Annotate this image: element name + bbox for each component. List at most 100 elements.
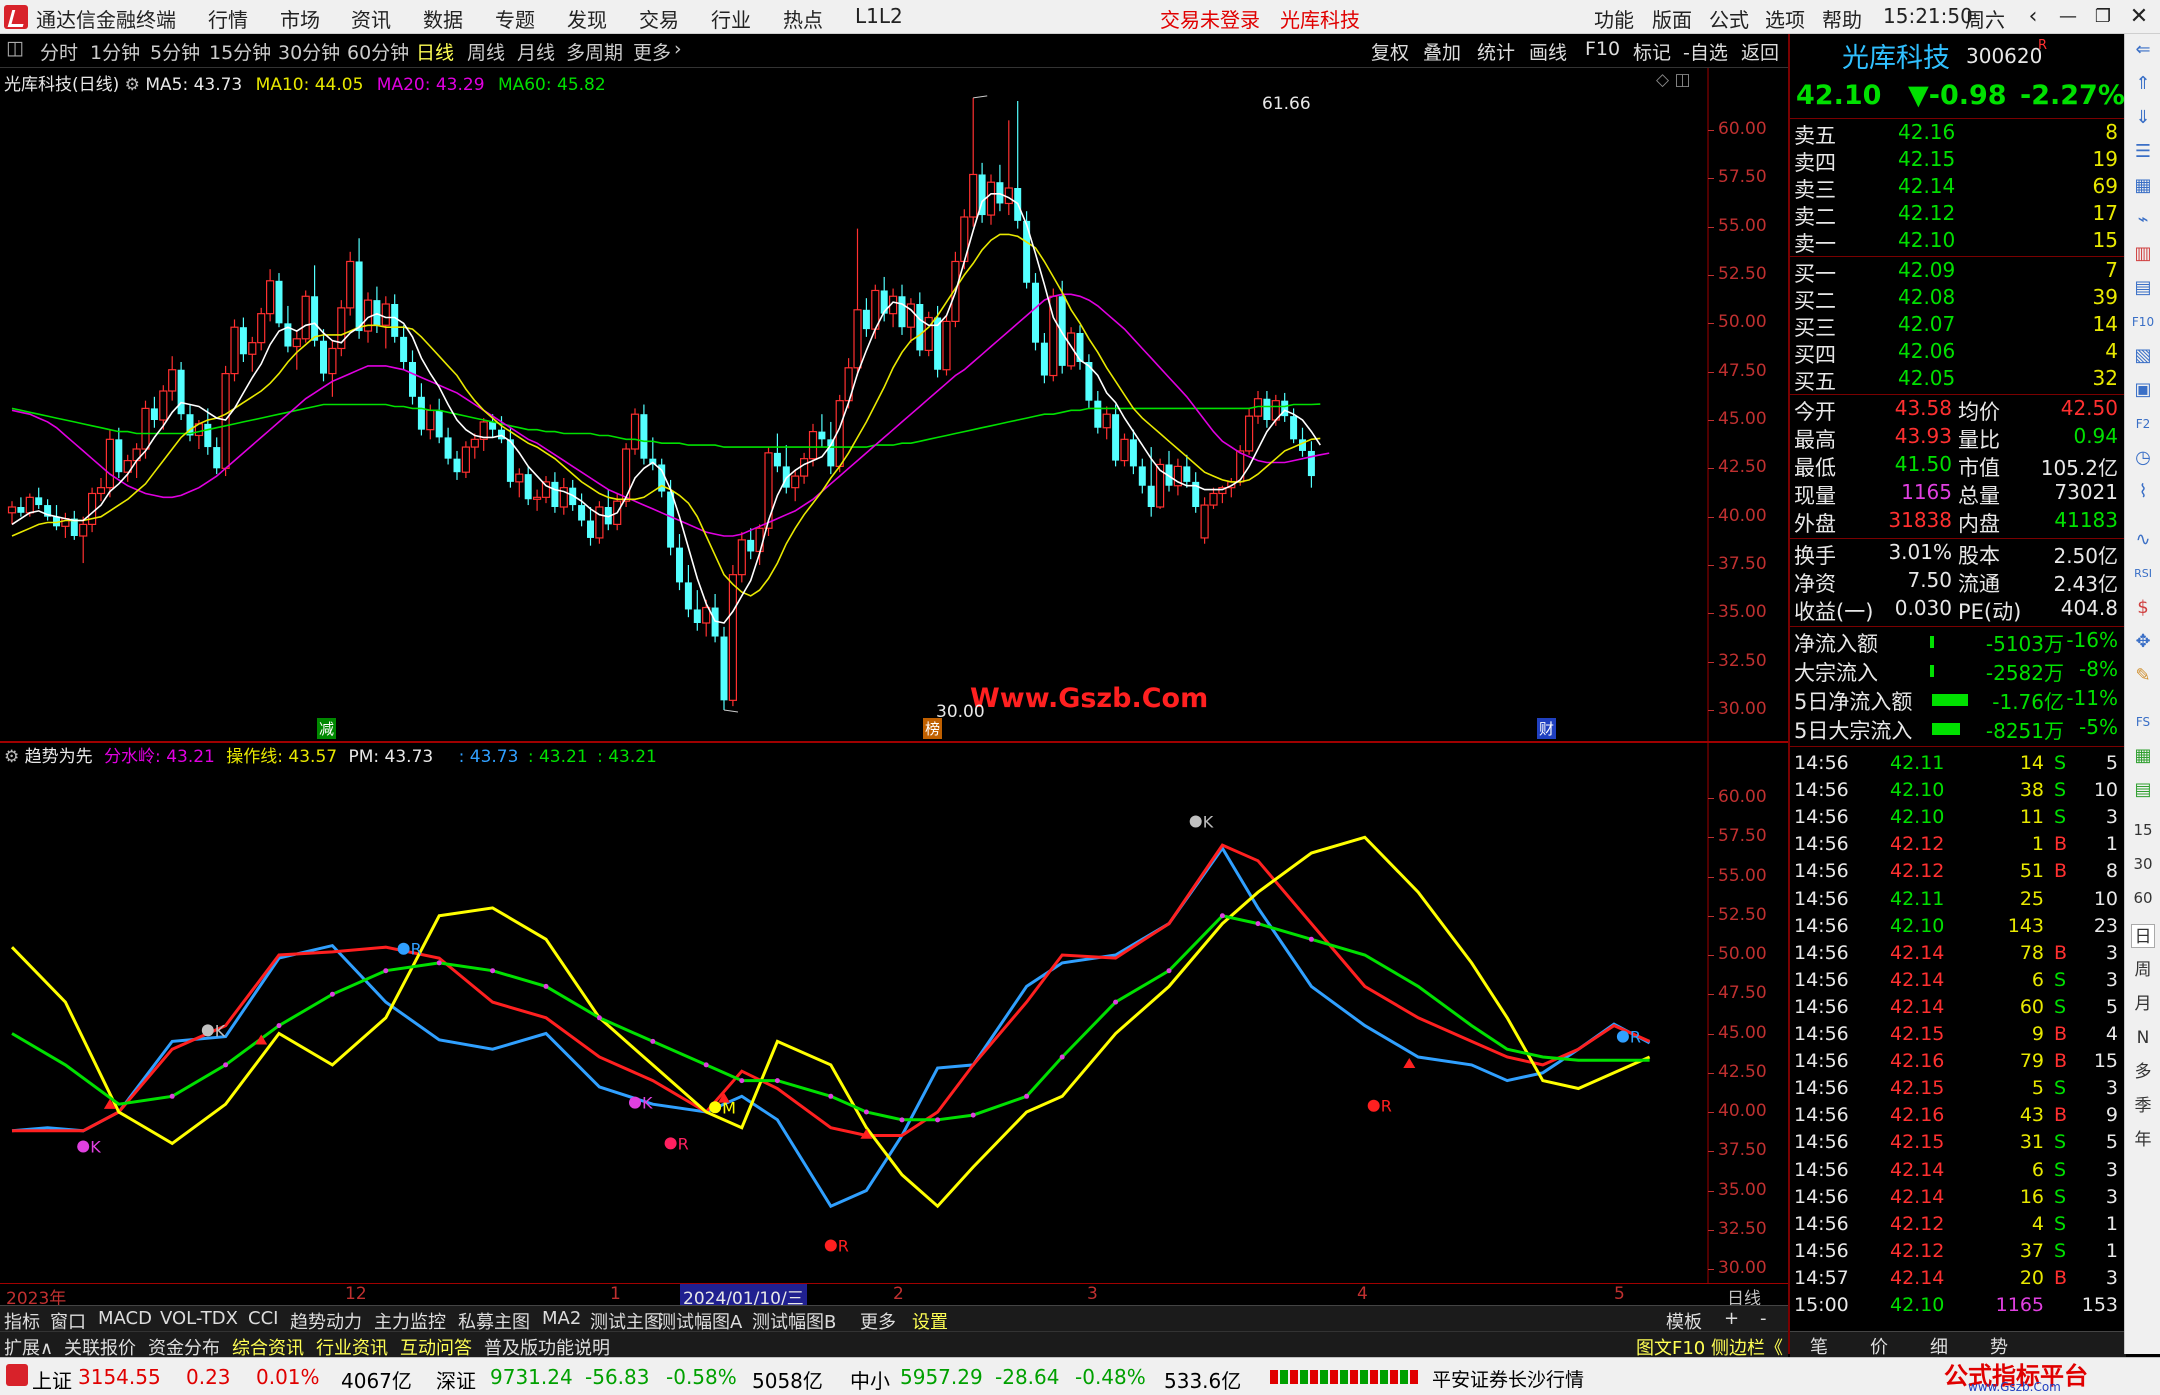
period-tab[interactable]: 1分钟 <box>90 38 140 65</box>
line-chart-icon[interactable]: ⌁ <box>2131 208 2155 232</box>
event-marker-jian[interactable]: 减 <box>317 718 337 739</box>
stock-link[interactable]: 光库科技 <box>1280 4 1360 33</box>
chart-icon[interactable]: ⌇ <box>2131 480 2155 504</box>
menu-item[interactable]: 市场 <box>280 4 320 33</box>
table-icon[interactable]: ▧ <box>2131 344 2155 368</box>
event-marker-bang[interactable]: 榜 <box>923 718 943 739</box>
tool-button[interactable]: 标记 <box>1633 38 1671 65</box>
menu-item[interactable]: 数据 <box>423 4 463 33</box>
clock-icon[interactable]: ◷ <box>2131 446 2155 470</box>
period-60-button[interactable]: 60 <box>2131 886 2155 910</box>
menu-item[interactable]: 发现 <box>567 4 607 33</box>
period-tab[interactable]: 60分钟 <box>347 38 409 65</box>
menu-item[interactable]: 帮助 <box>1822 4 1862 33</box>
asks-row[interactable]: 卖三 42.14 69 <box>1790 174 2124 202</box>
template-button[interactable]: - <box>1760 1308 1767 1329</box>
menu-item[interactable]: 功能 <box>1594 4 1634 33</box>
period-tab[interactable]: 分时 <box>40 38 78 65</box>
minimize-icon[interactable]: — <box>2053 2 2083 32</box>
grid-green-icon-2[interactable]: ▤ <box>2131 778 2155 802</box>
tool-button[interactable]: -自选 <box>1683 38 1728 65</box>
indicator-tab[interactable]: MA2 <box>542 1308 581 1329</box>
arrow-up-icon[interactable]: ⇑ <box>2131 72 2155 96</box>
quote-tab[interactable]: 笔 <box>1810 1333 1828 1359</box>
bids-row[interactable]: 买三 42.07 14 <box>1790 312 2124 340</box>
money-icon[interactable]: $ <box>2131 596 2155 620</box>
wave-icon[interactable]: ∿ <box>2131 528 2155 552</box>
list-icon[interactable]: ☰ <box>2131 140 2155 164</box>
index-label[interactable]: 深证 <box>436 1365 476 1394</box>
menu-item[interactable]: 交易 <box>639 4 679 33</box>
period-day-button[interactable]: 日 <box>2131 924 2155 948</box>
menu-item[interactable]: 行业 <box>711 4 751 33</box>
report-icon[interactable]: ▤ <box>2131 276 2155 300</box>
period-tab[interactable]: 月线 <box>517 38 555 65</box>
menu-item[interactable]: L1L2 <box>855 4 903 28</box>
period-multi-button[interactable]: 多 <box>2131 1060 2155 1084</box>
bids-row[interactable]: 买五 42.05 32 <box>1790 366 2124 394</box>
menu-item[interactable]: 资讯 <box>351 4 391 33</box>
period-year-button[interactable]: 年 <box>2131 1128 2155 1152</box>
indicator-tab[interactable]: CCI <box>248 1308 278 1329</box>
menu-item[interactable]: 热点 <box>783 4 823 33</box>
period-more[interactable]: 更多 <box>633 38 671 65</box>
tool-button[interactable]: 画线 <box>1529 38 1567 65</box>
chart-area[interactable]: KKRKRMRKRR <box>0 68 1788 1318</box>
back-icon[interactable]: ‹ <box>2018 2 2048 32</box>
period-tab-selected[interactable]: 日线 <box>416 38 454 65</box>
menu-item[interactable]: 版面 <box>1652 4 1692 33</box>
tool-button[interactable]: 叠加 <box>1423 38 1461 65</box>
rsi-icon[interactable]: RSI <box>2131 562 2155 586</box>
asks-row[interactable]: 卖四 42.15 19 <box>1790 147 2124 175</box>
grid-green-icon[interactable]: ▦ <box>2131 744 2155 768</box>
close-icon[interactable]: ✕ <box>2124 2 2154 32</box>
tool-button[interactable]: F10 <box>1585 38 1620 60</box>
quote-tab[interactable]: 价 <box>1870 1333 1888 1359</box>
f10-icon[interactable]: F10 <box>2131 310 2155 334</box>
period-tab[interactable]: 30分钟 <box>278 38 340 65</box>
login-status[interactable]: 交易未登录 <box>1160 4 1260 33</box>
f2-icon[interactable]: F2 <box>2131 412 2155 436</box>
menu-item[interactable]: 行情 <box>208 4 248 33</box>
restore-icon[interactable]: ❐ <box>2088 2 2118 32</box>
period-week-button[interactable]: 周 <box>2131 958 2155 982</box>
chevron-right-icon[interactable]: › <box>674 38 682 60</box>
asks-row[interactable]: 卖一 42.10 15 <box>1790 228 2124 256</box>
arrow-down-icon[interactable]: ⇓ <box>2131 106 2155 130</box>
period-tab[interactable]: 周线 <box>467 38 505 65</box>
event-marker-cai[interactable]: 财 <box>1537 718 1557 739</box>
asks-row[interactable]: 卖二 42.12 17 <box>1790 201 2124 229</box>
fs-icon[interactable]: FS <box>2131 710 2155 734</box>
doc-icon[interactable]: ▣ <box>2131 378 2155 402</box>
tool-button[interactable]: 复权 <box>1371 38 1409 65</box>
menu-item[interactable]: 选项 <box>1765 4 1805 33</box>
index-label[interactable]: 上证 <box>32 1365 72 1394</box>
period-30-button[interactable]: 30 <box>2131 852 2155 876</box>
move-icon[interactable]: ✥ <box>2131 630 2155 654</box>
bids-row[interactable]: 买二 42.08 39 <box>1790 285 2124 313</box>
candle-chart-icon[interactable]: ▥ <box>2131 242 2155 266</box>
bids-row[interactable]: 买四 42.06 4 <box>1790 339 2124 367</box>
period-tab[interactable]: 5分钟 <box>150 38 200 65</box>
arrow-left-icon[interactable]: ⇐ <box>2131 38 2155 62</box>
tool-button[interactable]: 统计 <box>1477 38 1515 65</box>
bids-row[interactable]: 买一 42.09 7 <box>1790 258 2124 286</box>
template-button[interactable]: + <box>1724 1308 1739 1329</box>
period-month-button[interactable]: 月 <box>2131 992 2155 1016</box>
menu-item[interactable]: 公式 <box>1709 4 1749 33</box>
period-quarter-button[interactable]: 季 <box>2131 1094 2155 1118</box>
period-n-button[interactable]: N <box>2131 1026 2155 1050</box>
indicator-tab[interactable]: MACD <box>98 1308 152 1329</box>
index-label[interactable]: 中小 <box>850 1365 890 1394</box>
candle <box>506 427 514 488</box>
pencil-icon[interactable]: ✎ <box>2131 664 2155 688</box>
period-15-button[interactable]: 15 <box>2131 818 2155 842</box>
menu-item[interactable]: 专题 <box>495 4 535 33</box>
indicator-tab[interactable]: VOL-TDX <box>160 1308 238 1329</box>
asks-row[interactable]: 卖五 42.16 8 <box>1790 120 2124 148</box>
layout-icon[interactable]: ◫ <box>6 37 24 59</box>
grid-icon[interactable]: ▦ <box>2131 174 2155 198</box>
period-tab[interactable]: 15分钟 <box>209 38 271 65</box>
period-tab[interactable]: 多周期 <box>566 38 623 65</box>
tool-button[interactable]: 返回 <box>1741 38 1779 65</box>
